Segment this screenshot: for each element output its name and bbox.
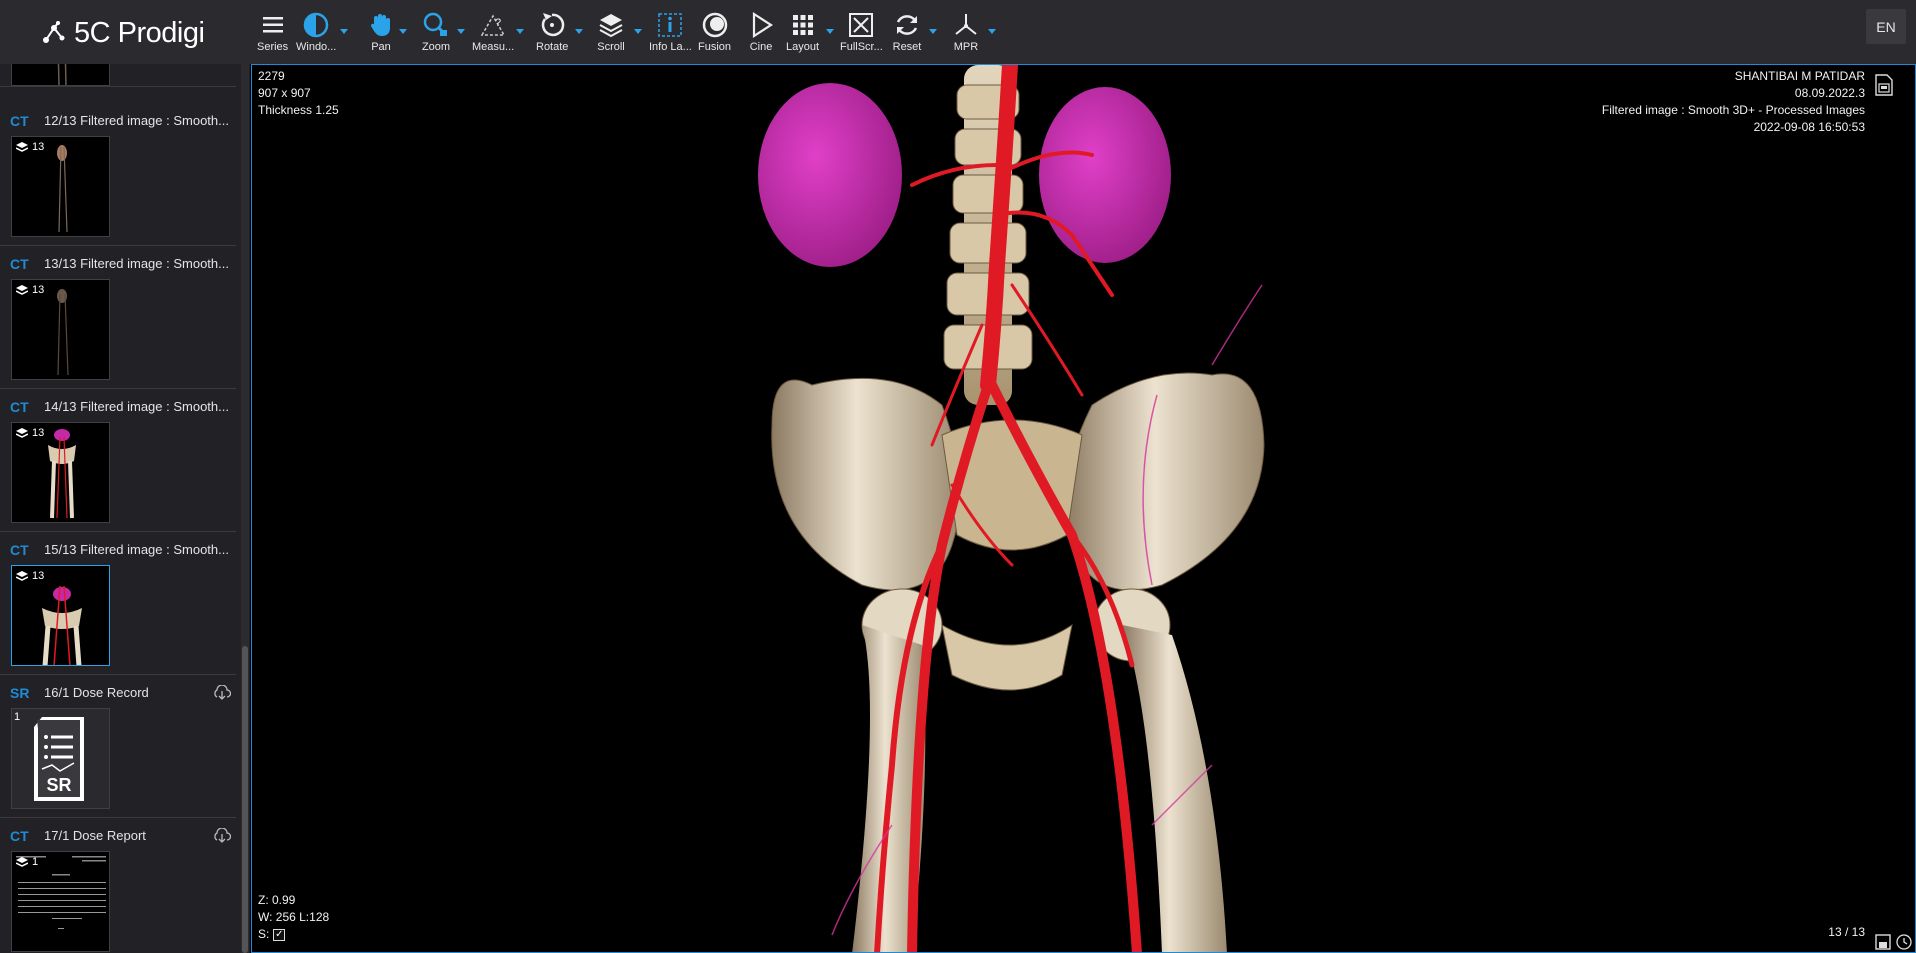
overlay-top-left: 2279 907 x 907 Thickness 1.25 [258,69,339,117]
clock-icon[interactable] [1896,934,1912,950]
stack-icon [16,427,28,438]
stack-icon [16,141,28,152]
stack-icon [16,284,28,295]
logo-molecule-icon [43,21,65,43]
series-thumbnail[interactable]: 13 [11,279,110,380]
layers-icon [599,14,623,38]
image-viewport[interactable]: 2279 907 x 907 Thickness 1.25 SHANTIBAI … [251,64,1916,953]
measure-icon: ? [480,14,506,36]
download-cloud-icon[interactable] [213,828,231,844]
series-item[interactable]: CT 12/13 Filtered image : Smooth... 13 [0,104,236,246]
sync-checkbox[interactable]: ✓ [273,928,286,941]
fullscreen-icon [849,13,874,37]
info-layer-tool[interactable]: Info La... [649,10,692,54]
series-tool[interactable]: Series [257,10,288,54]
stack-icon [16,856,28,867]
measure-tool[interactable]: ? Measu... [472,10,514,54]
info-icon [658,13,683,37]
app-name: 5C Prodigi [74,16,205,49]
zoom-dropdown[interactable] [457,29,465,34]
top-toolbar: 5C Prodigi Series Windo... Pan Zoom ? Me… [0,0,1916,64]
series-item[interactable]: SR 16/1 Dose Record 1 SR [0,676,236,818]
measure-dropdown[interactable] [516,29,524,34]
series-thumbnail[interactable]: 13 [11,136,110,237]
window-level-icon [303,12,329,38]
mpr-tool[interactable]: MPR [951,10,981,54]
acquisition-datetime: 2022-09-08 16:50:53 [1753,120,1865,134]
series-item-partial[interactable] [0,64,236,87]
series-thumbnail-active[interactable]: 13 [11,565,110,666]
zoom-readout: Z: 0.99 [258,893,296,907]
image-index: 13 / 13 [1828,925,1865,939]
svg-text:?: ? [495,17,501,29]
stack-icon [16,570,28,581]
pan-dropdown[interactable] [399,29,407,34]
ct-3d-render [758,65,1265,952]
scroll-dropdown[interactable] [634,29,642,34]
app-logo: 5C Prodigi [38,16,205,50]
series-item-selected[interactable]: CT 15/13 Filtered image : Smooth... 13 [0,533,236,675]
save-document-icon[interactable] [1873,74,1893,96]
series-item[interactable]: CT 13/13 Filtered image : Smooth... 13 [0,247,236,389]
zoom-icon [423,12,448,37]
rotate-icon [542,13,565,37]
language-selector[interactable]: EN [1866,9,1906,44]
sync-label: S: [258,927,270,941]
grid-icon [792,15,813,35]
mpr-axes-icon [955,14,977,35]
pan-tool[interactable]: Pan [366,10,396,54]
sidebar-scrollbar-thumb[interactable] [242,646,248,953]
mpr-dropdown[interactable] [988,29,996,34]
series-thumbnail[interactable]: 1 SR [11,708,110,809]
sr-document-icon: SR [34,717,84,801]
fusion-icon [702,12,727,38]
series-description: Filtered image : Smooth 3D+ - Processed … [1601,103,1865,117]
reset-tool[interactable]: Reset [892,10,922,54]
fusion-tool[interactable]: Fusion [698,10,731,54]
patient-name: SHANTIBAI M PATIDAR [1734,69,1865,83]
bookmark-save-icon[interactable] [1875,934,1891,950]
cine-tool[interactable]: Cine [746,10,776,54]
series-panel: CT 12/13 Filtered image : Smooth... 13 C… [0,64,250,953]
fullscreen-tool[interactable]: FullScr... [840,10,883,54]
overlay-bottom-left: Z: 0.99 W: 256 L:128 S: ✓ [258,892,329,943]
zoom-tool[interactable]: Zoom [421,10,451,54]
series-item[interactable]: CT 17/1 Dose Report 1 [0,819,236,953]
window-level-tool[interactable]: Windo... [296,10,336,54]
svg-text:SR: SR [46,775,71,795]
refresh-icon [896,15,918,35]
series-thumbnail-partial[interactable] [11,64,110,86]
window-level-readout: W: 256 L:128 [258,910,330,924]
series-thumbnail[interactable]: 1 [11,851,110,952]
hand-icon [370,14,390,36]
series-item[interactable]: CT 14/13 Filtered image : Smooth... 13 [0,390,236,532]
rotate-dropdown[interactable] [575,29,583,34]
series-thumbnail[interactable]: 13 [11,422,110,523]
download-cloud-icon[interactable] [213,685,231,701]
rotate-tool[interactable]: Rotate [536,10,568,54]
window-level-dropdown[interactable] [340,29,348,34]
overlay-top-right: SHANTIBAI M PATIDAR 08.09.2022.3 Filtere… [1602,68,1865,136]
hamburger-icon [262,17,283,33]
reset-dropdown[interactable] [929,29,937,34]
layout-dropdown[interactable] [826,29,834,34]
study-id: 08.09.2022.3 [1794,86,1865,100]
layout-tool[interactable]: Layout [786,10,819,54]
play-icon [752,11,774,39]
scroll-tool[interactable]: Scroll [596,10,626,54]
